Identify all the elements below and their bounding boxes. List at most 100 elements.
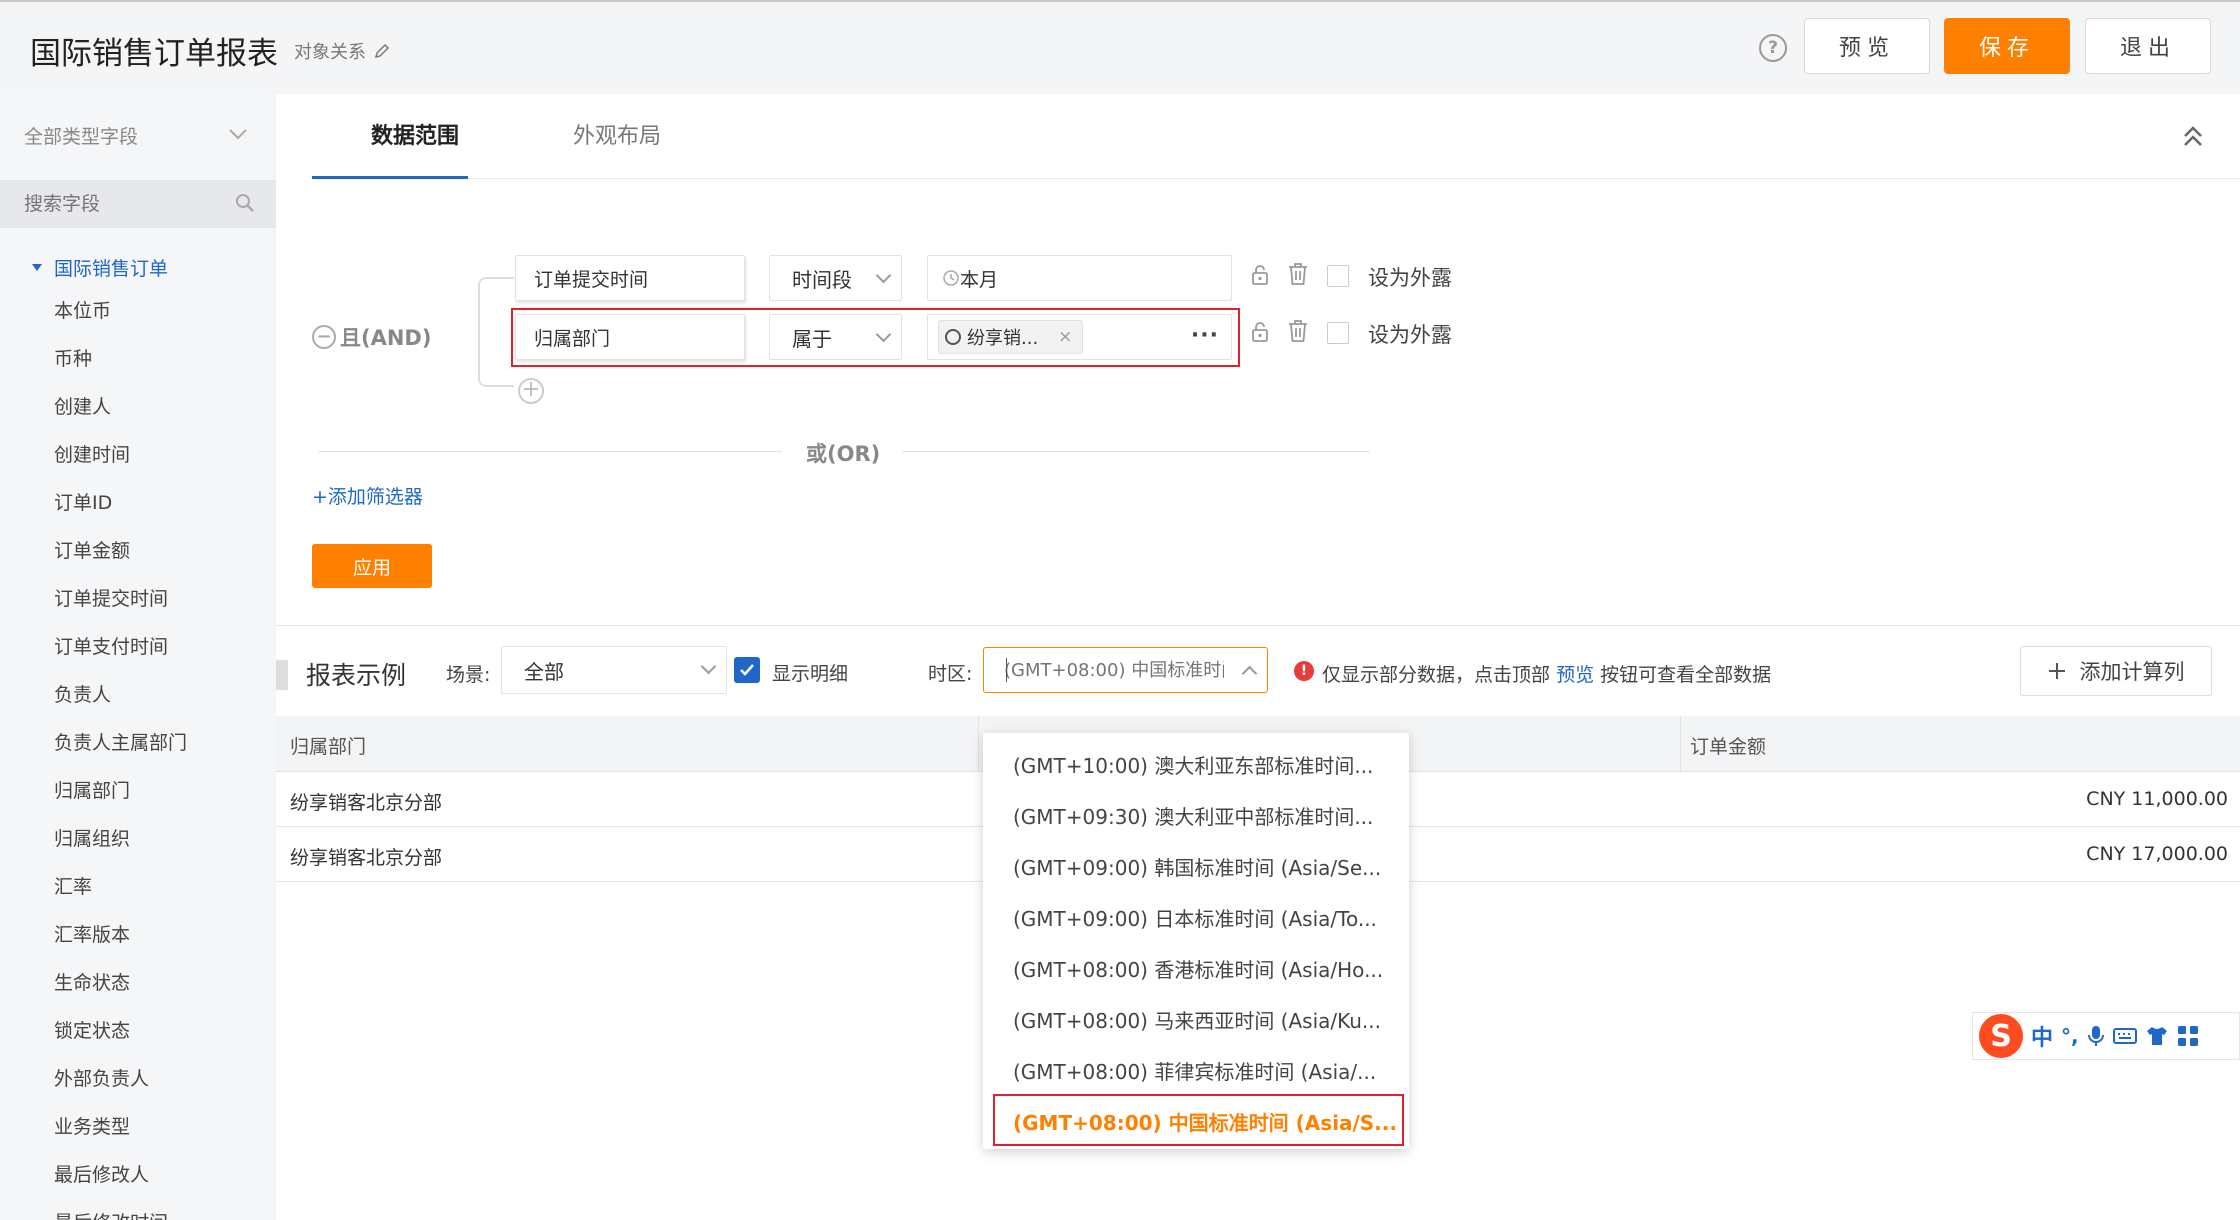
check-icon: [740, 664, 754, 676]
timezone-option[interactable]: (GMT+08:00) 马来西亚时间 (Asia/Ku...: [983, 994, 1409, 1045]
ime-punctuation-toggle[interactable]: °,: [2061, 1024, 2079, 1048]
section-divider: [276, 625, 2240, 626]
expose-label: 设为外露: [1368, 266, 1452, 290]
column-header-dept[interactable]: 归属部门: [290, 732, 366, 759]
exit-button[interactable]: 退出: [2085, 18, 2211, 74]
object-relation-label: 对象关系: [294, 42, 366, 63]
column-separator: [978, 716, 979, 772]
field-search: [0, 180, 276, 228]
tab-data-range[interactable]: 数据范围: [371, 118, 459, 150]
preview-button[interactable]: 预览: [1804, 18, 1930, 74]
highlight-frame: [511, 308, 1240, 367]
and-bracket: [478, 277, 514, 387]
trash-icon[interactable]: [1287, 319, 1309, 343]
or-divider-right: [902, 451, 1370, 452]
and-group-toggle[interactable]: − 且(AND): [312, 322, 431, 352]
field-list-item[interactable]: 创建时间: [54, 440, 187, 488]
field-list-item[interactable]: 本位币: [54, 296, 187, 344]
search-icon[interactable]: [234, 192, 256, 214]
field-list-item[interactable]: 业务类型: [54, 1112, 187, 1160]
field-type-select[interactable]: 全部类型字段: [24, 122, 138, 149]
field-list-item[interactable]: 负责人: [54, 680, 187, 728]
field-list-item[interactable]: 订单ID: [54, 488, 187, 536]
text-cursor: [1006, 658, 1007, 682]
field-list-item[interactable]: 币种: [54, 344, 187, 392]
field-list-item[interactable]: 负责人主属部门: [54, 728, 187, 776]
field-sidebar: 全部类型字段 国际销售订单 本位币币种创建人创建时间订单ID订单金额订单提交时间…: [0, 94, 276, 1220]
collapse-up-icon[interactable]: [2182, 124, 2204, 148]
scene-select[interactable]: 全部: [501, 646, 727, 694]
field-list-item[interactable]: 订单金额: [54, 536, 187, 584]
apply-button[interactable]: 应用: [312, 544, 432, 588]
timezone-option[interactable]: (GMT+08:00) 菲律宾标准时间 (Asia/...: [983, 1045, 1409, 1096]
microphone-icon[interactable]: [2087, 1024, 2105, 1048]
field-list-item[interactable]: 创建人: [54, 392, 187, 440]
add-calc-label: 添加计算列: [2079, 660, 2185, 684]
field-list: 本位币 币种 创建人 创建时间 订单ID 订单金额 订单提交时间 订单支付时间 负责人 负责人主属…: [54, 296, 187, 1220]
timezone-input[interactable]: [1004, 648, 1224, 692]
tree-root-label: 国际销售订单: [54, 258, 169, 280]
unlock-icon[interactable]: [1250, 321, 1270, 343]
filter-value: 本月: [960, 268, 999, 291]
timezone-option[interactable]: (GMT+09:00) 日本标准时间 (Asia/To...: [983, 892, 1409, 943]
field-list-item[interactable]: 订单提交时间: [54, 584, 187, 632]
notice-text-end: 按钮可查看全部数据: [1600, 664, 1772, 686]
keyboard-icon[interactable]: [2112, 1027, 2137, 1045]
chevron-down-icon[interactable]: [228, 128, 248, 140]
field-list-item[interactable]: 汇率: [54, 872, 187, 920]
notice-preview-link[interactable]: 预览: [1556, 664, 1594, 686]
unlock-icon[interactable]: [1250, 264, 1270, 286]
filter-operator-select[interactable]: 时间段: [769, 255, 902, 301]
expose-checkbox[interactable]: [1327, 265, 1349, 287]
minus-circle-icon[interactable]: −: [312, 325, 336, 349]
timezone-option[interactable]: (GMT+08:00) 香港标准时间 (Asia/Ho...: [983, 943, 1409, 994]
add-filter-link[interactable]: +添加筛选器: [312, 482, 423, 509]
tabs-divider: [312, 178, 2240, 179]
field-list-item[interactable]: 归属组织: [54, 824, 187, 872]
filter-value-input[interactable]: 本月: [927, 255, 1232, 301]
ime-language-toggle[interactable]: 中: [2031, 1020, 2053, 1052]
tree-root-node[interactable]: 国际销售订单: [32, 254, 168, 281]
field-search-input[interactable]: [24, 180, 224, 228]
skin-icon[interactable]: [2145, 1025, 2169, 1047]
object-relation-link[interactable]: 对象关系: [294, 38, 390, 64]
timezone-option[interactable]: (GMT+09:00) 韩国标准时间 (Asia/Se...: [983, 841, 1409, 892]
highlight-frame: [993, 1094, 1404, 1146]
timezone-select[interactable]: [983, 647, 1268, 693]
add-calculated-column-button[interactable]: 添加计算列: [2020, 646, 2212, 696]
save-button[interactable]: 保存: [1944, 18, 2070, 74]
field-list-item[interactable]: 最后修改人: [54, 1160, 187, 1208]
caret-down-icon: [32, 264, 42, 271]
expose-checkbox[interactable]: [1327, 322, 1349, 344]
trash-icon[interactable]: [1287, 262, 1309, 286]
field-list-item[interactable]: 订单支付时间: [54, 632, 187, 680]
timezone-option[interactable]: (GMT+10:00) 澳大利亚东部标准时间...: [983, 739, 1409, 790]
field-list-item[interactable]: 锁定状态: [54, 1016, 187, 1064]
expose-label: 设为外露: [1368, 323, 1452, 347]
notice-text: 仅显示部分数据，点击顶部: [1322, 664, 1551, 686]
grid-menu-icon[interactable]: [2177, 1025, 2199, 1047]
or-divider-left: [318, 451, 782, 452]
field-list-item[interactable]: 最后修改时间: [54, 1208, 187, 1220]
filter-field-select[interactable]: 订单提交时间: [515, 255, 745, 301]
column-separator: [1680, 716, 1681, 772]
timezone-label: 时区:: [928, 663, 973, 685]
show-detail-label: 显示明细: [772, 663, 849, 685]
help-icon[interactable]: ?: [1759, 34, 1787, 62]
field-list-item[interactable]: 归属部门: [54, 776, 187, 824]
timezone-option[interactable]: (GMT+09:30) 澳大利亚中部标准时间...: [983, 790, 1409, 841]
column-header-amount[interactable]: 订单金额: [1690, 732, 1766, 759]
ime-logo[interactable]: S: [1979, 1014, 2023, 1058]
resize-handle[interactable]: [276, 660, 288, 690]
add-condition-icon[interactable]: +: [518, 378, 544, 404]
and-label: 且(AND): [340, 326, 432, 350]
clock-icon: [943, 270, 959, 286]
cell-amount: CNY 17,000.00: [2086, 843, 2228, 865]
field-list-item[interactable]: 外部负责人: [54, 1064, 187, 1112]
field-list-item[interactable]: 汇率版本: [54, 920, 187, 968]
field-list-item[interactable]: 生命状态: [54, 968, 187, 1016]
partial-data-notice: 仅显示部分数据，点击顶部 预览 按钮可查看全部数据: [1322, 660, 1771, 687]
chevron-down-icon: [875, 267, 892, 284]
show-detail-checkbox[interactable]: [734, 657, 760, 683]
tab-appearance-layout[interactable]: 外观布局: [573, 118, 661, 150]
